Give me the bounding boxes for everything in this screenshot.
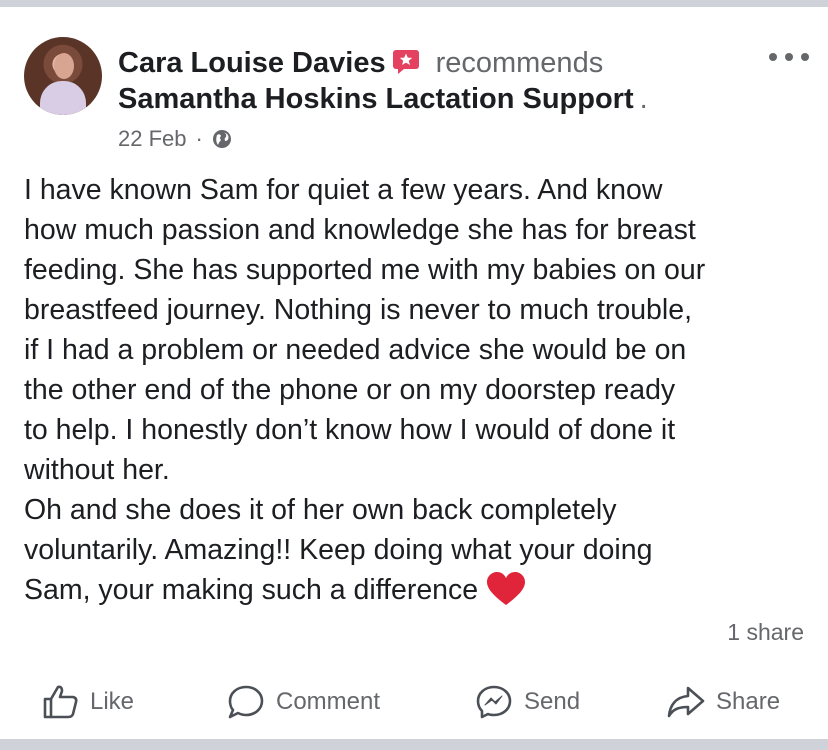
page-name[interactable]: Samantha Hoskins Lactation Support bbox=[118, 83, 634, 115]
send-button[interactable]: Send bbox=[474, 673, 580, 731]
post-text-line: feeding. She has supported me with my ba… bbox=[24, 254, 706, 286]
meta-separator: · bbox=[195, 126, 203, 151]
heart-icon bbox=[487, 572, 526, 605]
post-text-line: Oh and she does it of her own back compl… bbox=[24, 494, 617, 526]
globe-icon bbox=[212, 130, 231, 148]
share-count[interactable]: 1 share bbox=[727, 619, 804, 646]
recommended-page-link[interactable]: Samantha Hoskins Lactation Support. bbox=[118, 83, 648, 116]
post-text-line: breastfeed journey. Nothing is never to … bbox=[24, 294, 693, 326]
more-options-icon[interactable] bbox=[769, 47, 809, 67]
post-header: Cara Louise Davies recommends bbox=[118, 45, 603, 81]
like-label: Like bbox=[90, 688, 135, 715]
share-label: Share bbox=[716, 688, 781, 715]
post-text-line: without her. bbox=[24, 454, 170, 486]
share-arrow-icon bbox=[667, 686, 705, 718]
like-button[interactable]: Like bbox=[42, 673, 134, 731]
post-text-line: the other end of the phone or on my door… bbox=[24, 374, 676, 406]
post-text-line: if I had a problem or needed advice she … bbox=[24, 334, 687, 366]
more-dot bbox=[801, 53, 809, 61]
recommendation-badge-icon bbox=[392, 49, 419, 74]
post-body: I have known Sam for quiet a few years. … bbox=[24, 170, 814, 610]
avatar-body bbox=[40, 81, 86, 115]
comment-label: Comment bbox=[276, 688, 381, 715]
post-meta: 22 Feb · bbox=[118, 123, 232, 155]
post-card: Cara Louise Davies recommends Samantha H… bbox=[0, 7, 828, 739]
comment-icon bbox=[228, 685, 264, 719]
post-text-last-line: Sam, your making such a difference bbox=[24, 570, 814, 610]
post-text-line: voluntarily. Amazing!! Keep doing what y… bbox=[24, 534, 653, 566]
more-dot bbox=[785, 53, 793, 61]
recommends-label: recommends bbox=[435, 46, 604, 79]
more-dot bbox=[769, 53, 777, 61]
share-button[interactable]: Share bbox=[666, 673, 780, 731]
messenger-icon bbox=[476, 685, 512, 719]
bottom-divider bbox=[0, 739, 828, 750]
comment-button[interactable]: Comment bbox=[226, 673, 380, 731]
author-avatar[interactable] bbox=[24, 37, 102, 115]
avatar-face bbox=[54, 53, 74, 79]
page-name-suffix: . bbox=[639, 83, 648, 115]
send-label: Send bbox=[524, 688, 581, 715]
post-text-line: I have known Sam for quiet a few years. … bbox=[24, 174, 663, 206]
post-text-line: Sam, your making such a difference bbox=[24, 574, 479, 606]
post-date[interactable]: 22 Feb bbox=[118, 126, 187, 152]
post-text-line: how much passion and knowledge she has f… bbox=[24, 214, 696, 246]
thumbs-up-icon bbox=[43, 685, 78, 719]
author-name[interactable]: Cara Louise Davies bbox=[118, 47, 386, 80]
post-text-line: to help. I honestly don’t know how I wou… bbox=[24, 414, 676, 446]
action-bar: Like Comment Send Share bbox=[0, 673, 828, 731]
